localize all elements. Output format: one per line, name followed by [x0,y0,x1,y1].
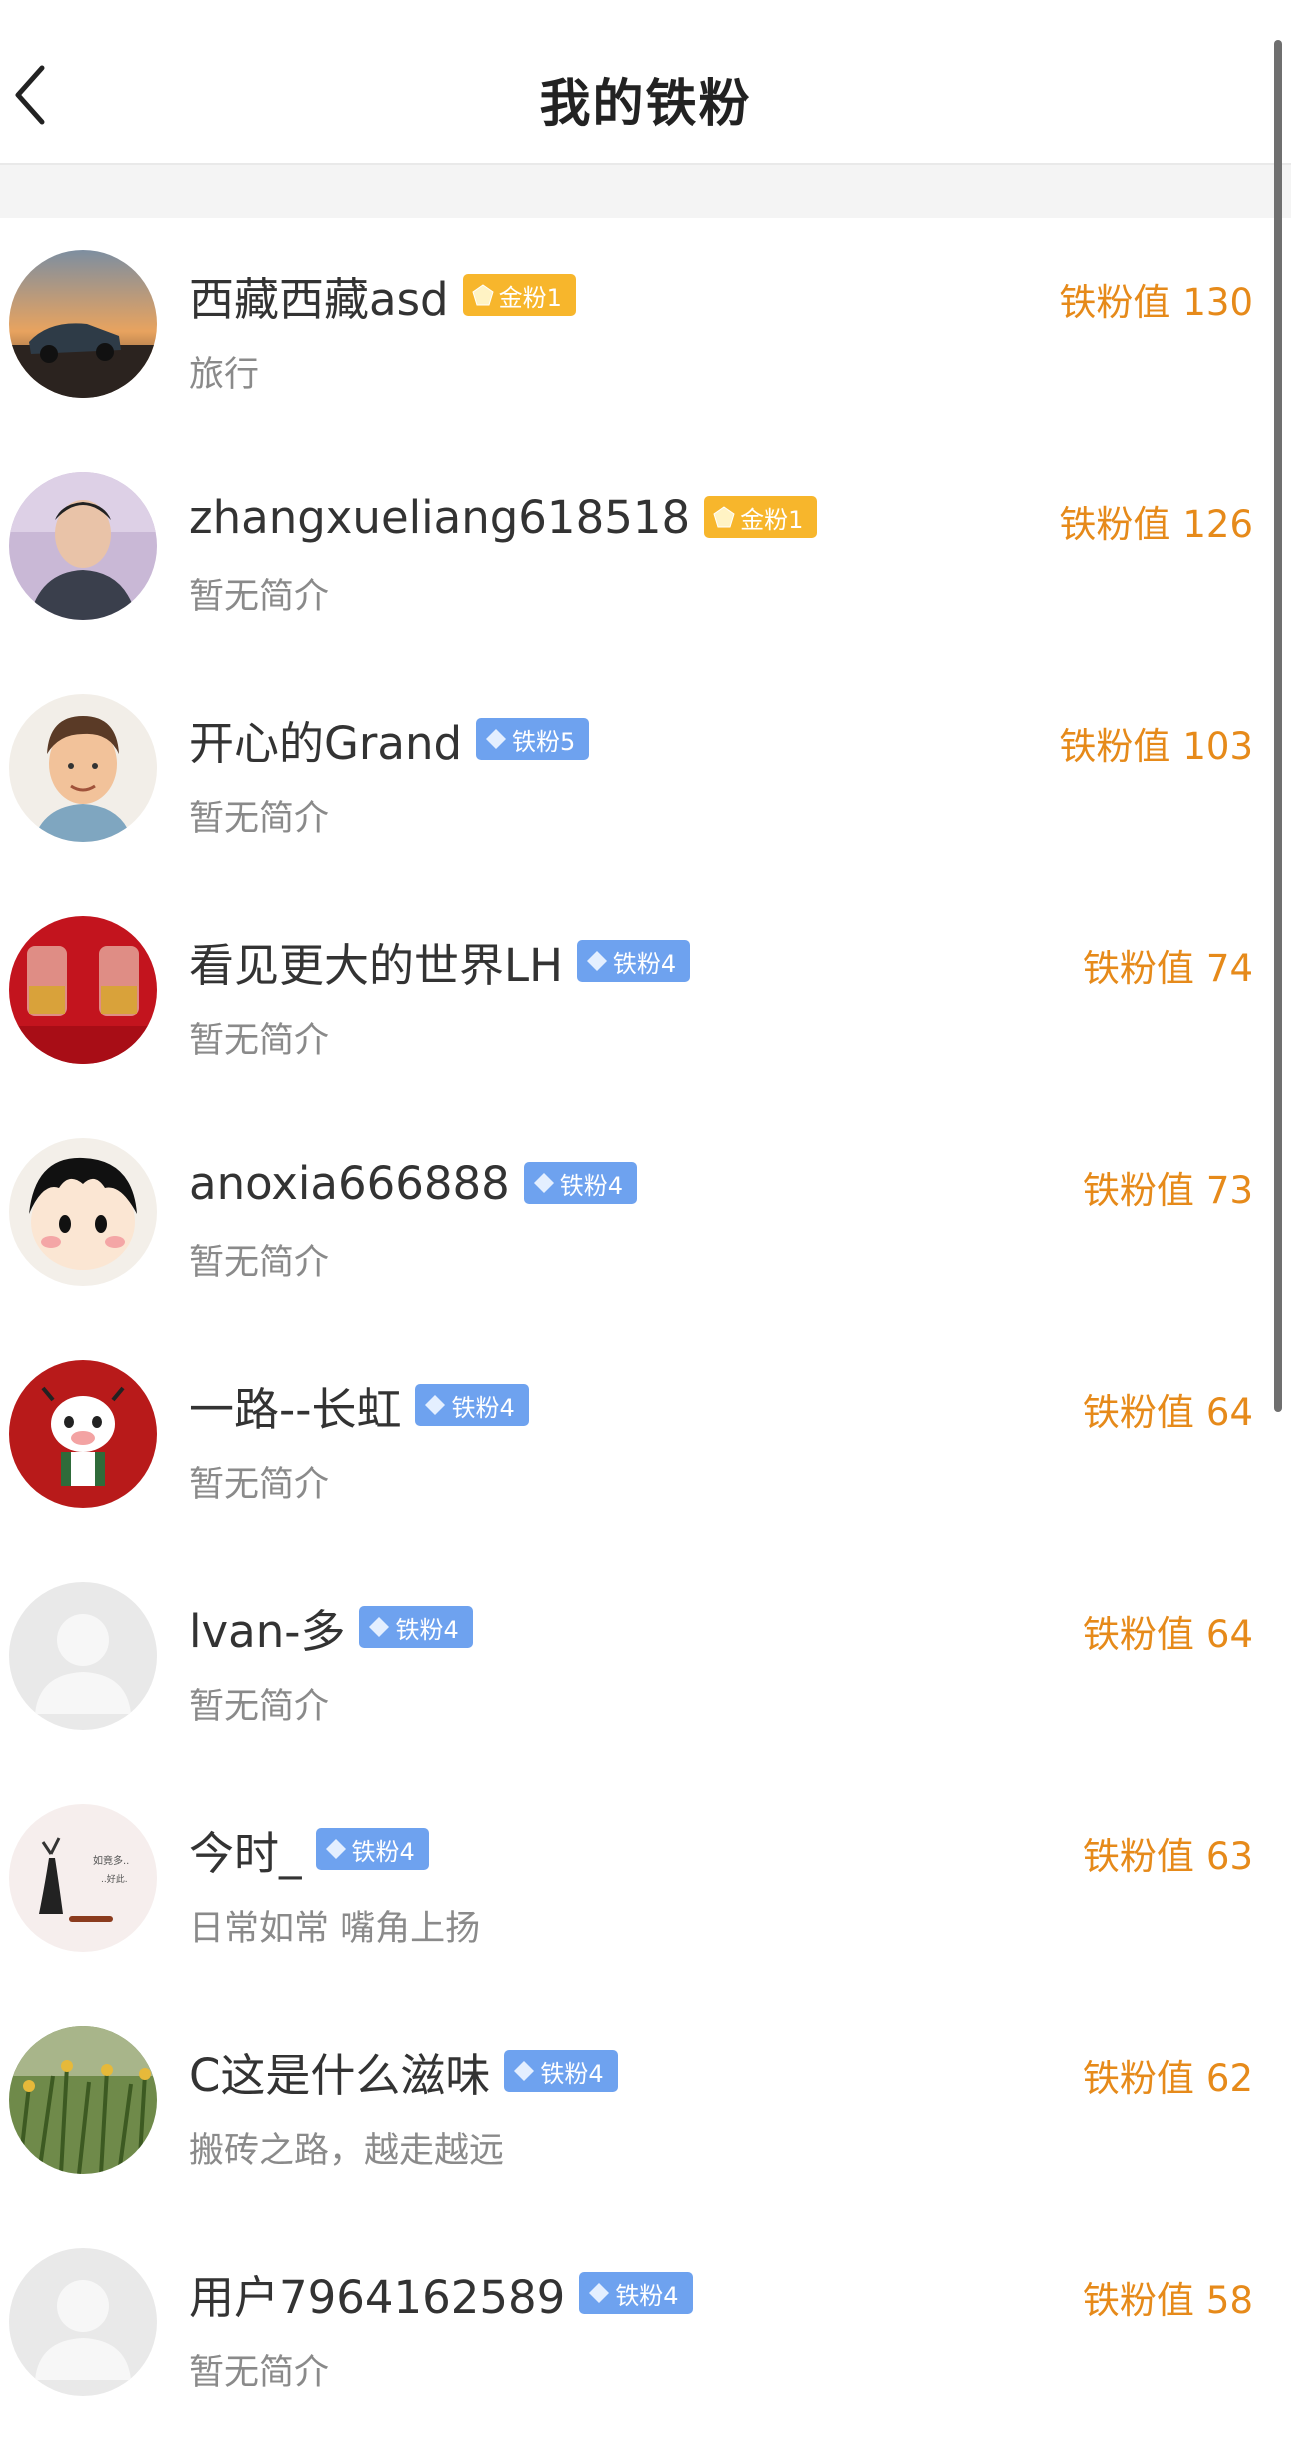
fan-level-badge: 金粉1 [462,274,576,316]
diamond-icon [586,951,607,971]
user-bio: 暂无简介 [189,1687,330,1727]
diamond-icon [325,1839,346,1859]
section-divider [0,165,1291,218]
fan-list-item[interactable]: 用户7964162589 铁粉4 暂无简介 铁粉值 58 [0,2216,1291,2438]
avatar[interactable] [9,694,157,842]
fan-list-item[interactable]: anoxia666888 铁粉4 暂无简介 铁粉值 73 [0,1106,1291,1328]
avatar[interactable] [9,1360,157,1508]
svg-text:..好此.: ..好此. [101,1873,128,1885]
avatar[interactable] [9,2248,157,2396]
username[interactable]: anoxia666888 [189,1157,510,1210]
diamond-icon [486,729,507,749]
fan-score: 铁粉值 74 [1082,947,1253,990]
avatar[interactable] [9,916,157,1064]
fan-list-item[interactable]: 如竟多.. ..好此. 今时_ 铁粉4 日常如常 嘴角上扬 铁粉值 63 [0,1772,1291,1994]
fan-level-badge: 铁粉4 [359,1606,473,1648]
fan-list-item[interactable]: zhangxueliang618518 金粉1 暂无简介 铁粉值 126 [0,440,1291,662]
fan-list-item[interactable]: 西藏西藏asd 金粉1 旅行 铁粉值 130 [0,218,1291,440]
username[interactable]: 看见更大的世界LH [189,929,563,994]
fan-level-badge: 金粉1 [704,496,818,538]
username[interactable]: C这是什么滋味 [189,2039,490,2104]
page-title: 我的铁粉 [539,75,752,134]
user-bio: 暂无简介 [189,1021,330,1061]
user-bio: 搬砖之路，越走越远 [189,2131,505,2171]
fan-list-item[interactable]: 开心的Grand 铁粉5 暂无简介 铁粉值 103 [0,662,1291,884]
username[interactable]: 一路--长虹 [189,1373,401,1438]
username[interactable]: zhangxueliang618518 [189,491,690,544]
diamond-icon [589,2283,610,2303]
scrollbar[interactable] [1274,40,1282,1412]
diamond-icon [514,2061,535,2081]
username[interactable]: 开心的Grand [189,707,462,772]
username[interactable]: 用户7964162589 [189,2261,565,2326]
user-bio: 暂无简介 [189,1465,330,1505]
user-bio: 暂无简介 [189,577,330,617]
avatar[interactable] [9,250,157,398]
crown-gem-icon [472,284,494,306]
diamond-icon [533,1173,554,1193]
fan-score: 铁粉值 73 [1082,1169,1253,1212]
username[interactable]: 西藏西藏asd [189,263,449,328]
fan-score: 铁粉值 63 [1082,1835,1253,1878]
svg-text:如竟多..: 如竟多.. [93,1854,129,1867]
fan-level-badge: 铁粉4 [315,1828,429,1870]
avatar[interactable]: 如竟多.. ..好此. [9,1804,157,1952]
user-bio: 暂无简介 [189,1243,330,1283]
crown-gem-icon [713,506,735,528]
avatar[interactable] [9,472,157,620]
diamond-icon [425,1395,446,1415]
fan-list-item[interactable]: 一路--长虹 铁粉4 暂无简介 铁粉值 64 [0,1328,1291,1550]
fan-score: 铁粉值 64 [1082,1613,1253,1656]
fan-level-badge: 铁粉5 [476,718,590,760]
top-nav-bar: 我的铁粉 [0,0,1291,165]
fan-list-item[interactable]: lvan-多 铁粉4 暂无简介 铁粉值 64 [0,1550,1291,1772]
fan-score: 铁粉值 130 [1059,281,1253,324]
fan-level-badge: 铁粉4 [576,940,691,982]
username[interactable]: lvan-多 [189,1595,345,1660]
user-bio: 暂无简介 [189,799,330,839]
user-bio: 旅行 [189,355,260,395]
fan-score: 铁粉值 62 [1082,2057,1253,2100]
fan-score: 铁粉值 126 [1059,503,1253,546]
fan-score: 铁粉值 103 [1059,725,1253,768]
fan-level-badge: 铁粉4 [504,2050,618,2092]
fan-level-badge: 铁粉4 [415,1384,529,1426]
fan-score: 铁粉值 64 [1082,1391,1253,1434]
avatar[interactable] [9,1138,157,1286]
user-bio: 暂无简介 [189,2353,330,2393]
fan-list-item[interactable]: 看见更大的世界LH 铁粉4 暂无简介 铁粉值 74 [0,884,1291,1106]
user-bio: 日常如常 嘴角上扬 [189,1909,481,1949]
fan-level-badge: 铁粉4 [523,1162,638,1204]
fan-score: 铁粉值 58 [1082,2279,1253,2322]
avatar[interactable] [9,2026,157,2174]
username[interactable]: 今时_ [189,1817,302,1882]
diamond-icon [369,1617,390,1637]
fan-level-badge: 铁粉4 [579,2272,693,2314]
avatar[interactable] [9,1582,157,1730]
fan-list-item[interactable]: C这是什么滋味 铁粉4 搬砖之路，越走越远 铁粉值 62 [0,1994,1291,2216]
